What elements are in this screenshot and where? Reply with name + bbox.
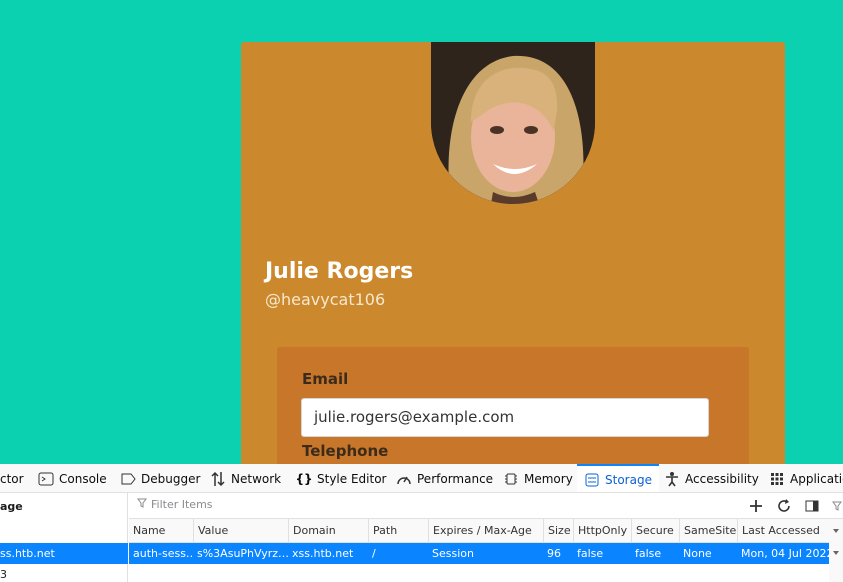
plus-icon (750, 500, 762, 512)
tab-label: Style Editor (317, 471, 387, 486)
debugger-icon (120, 471, 136, 487)
column-menu-scroll[interactable] (829, 519, 843, 582)
table-cell: Mon, 04 Jul 2022 (741, 547, 829, 560)
profile-name: Julie Rogers (265, 259, 414, 284)
tab-label: ctor (0, 471, 24, 486)
console-icon (38, 471, 54, 487)
chevron-down-icon (833, 529, 839, 555)
column-header[interactable]: Size (543, 519, 573, 543)
storage-sidebar: age ss.htb.net 3 (0, 493, 128, 582)
tab-label: Memory (524, 471, 573, 486)
filter-input[interactable]: Filter Items (137, 498, 213, 511)
column-header[interactable]: Last Accessed (737, 519, 829, 543)
column-header[interactable]: SameSite (679, 519, 737, 543)
tab-performance[interactable]: Performance (396, 464, 494, 492)
email-label: Email (302, 370, 349, 388)
column-header[interactable]: Secure (631, 519, 679, 543)
contact-panel: Email julie.rogers@example.com Telephone (277, 347, 749, 472)
accessibility-icon (664, 471, 680, 487)
filter-icon (137, 498, 147, 511)
tab-application[interactable]: Applicatio (769, 464, 843, 492)
tab-label: Performance (417, 471, 494, 486)
refresh-button[interactable] (774, 497, 794, 515)
filter-placeholder: Filter Items (151, 498, 213, 511)
toggle-sidebar-button[interactable] (802, 497, 822, 515)
table-cell: Session (432, 547, 474, 560)
style-editor-icon: {} (295, 471, 313, 486)
refresh-icon (778, 499, 790, 512)
profile-handle: @heavycat106 (265, 290, 386, 309)
table-cell: / (372, 547, 376, 560)
tab-label: Console (59, 471, 107, 486)
column-header[interactable]: Value (193, 519, 288, 543)
funnel-icon (832, 501, 842, 511)
email-field[interactable]: julie.rogers@example.com (301, 398, 709, 437)
table-cell: 96 (547, 547, 561, 560)
tab-label: Network (231, 471, 282, 486)
sidebar-header: age (0, 500, 23, 513)
tab-style-editor[interactable]: {} Style Editor (295, 464, 387, 492)
storage-icon (584, 472, 600, 488)
column-header[interactable]: Expires / Max-Age (428, 519, 543, 543)
profile-card: Julie Rogers @heavycat106 Email julie.ro… (241, 42, 785, 472)
tab-inspector[interactable]: ctor (0, 464, 24, 492)
table-header: Name Value Domain Path Expires / Max-Age… (129, 519, 843, 543)
tab-label: Storage (605, 472, 652, 487)
devtools-panel: ctor Console Debugger Network {} Style E… (0, 464, 843, 582)
tab-label: Accessibility (685, 471, 759, 486)
table-cell: false (635, 547, 662, 560)
sidebar-item[interactable]: 3 (0, 568, 7, 581)
table-cell: None (683, 547, 712, 560)
table-cell: false (577, 547, 604, 560)
column-header[interactable]: Name (129, 519, 193, 543)
performance-icon (396, 471, 412, 487)
sidebar-toggle-icon (805, 500, 819, 512)
table-cell: s%3AsuPhVyrz… (197, 547, 288, 560)
filter-menu-button[interactable] (831, 497, 843, 515)
tab-memory[interactable]: Memory (503, 464, 573, 492)
avatar (431, 42, 595, 204)
memory-icon (503, 471, 519, 487)
tab-accessibility[interactable]: Accessibility (664, 464, 759, 492)
avatar-photo (431, 42, 595, 204)
column-header[interactable]: HttpOnly (573, 519, 631, 543)
sidebar-item-selected[interactable]: ss.htb.net (0, 543, 128, 564)
table-row[interactable]: auth-sess… s%3AsuPhVyrz… xss.htb.net / S… (129, 543, 829, 564)
tab-network[interactable]: Network (210, 464, 282, 492)
tab-label: Applicatio (790, 471, 843, 486)
table-cell: auth-sess… (133, 547, 193, 560)
column-header[interactable]: Path (368, 519, 428, 543)
tab-storage[interactable]: Storage (577, 464, 659, 492)
network-icon (210, 471, 226, 487)
add-item-button[interactable] (746, 497, 766, 515)
tab-debugger[interactable]: Debugger (120, 464, 201, 492)
storage-toolbar: Filter Items (129, 493, 843, 519)
telephone-label: Telephone (302, 442, 389, 460)
column-header[interactable]: Domain (288, 519, 368, 543)
table-cell: xss.htb.net (292, 547, 354, 560)
devtools-tabbar: ctor Console Debugger Network {} Style E… (0, 464, 843, 493)
tab-label: Debugger (141, 471, 201, 486)
application-icon (769, 471, 785, 487)
tab-console[interactable]: Console (38, 464, 107, 492)
